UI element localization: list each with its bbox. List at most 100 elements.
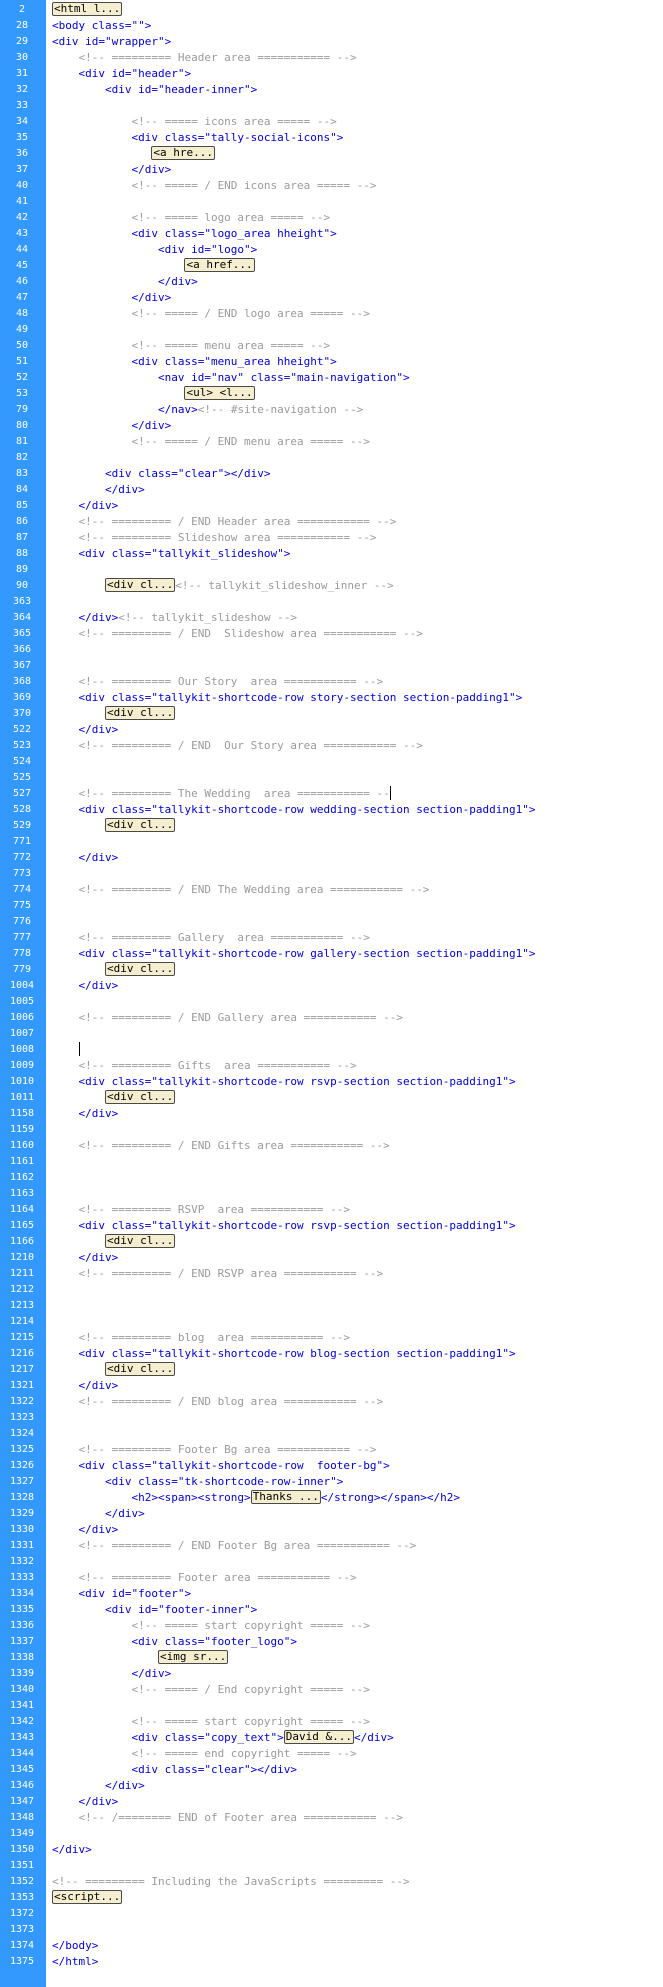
code-text[interactable]: <div cl... [52,1234,176,1250]
code-line[interactable]: 1353 <script... [0,1890,663,1906]
code-line[interactable]: 1165 <div class="tallykit-shortcode-row … [0,1218,663,1234]
code-text[interactable]: <!-- ===== / END menu area ===== --> [52,434,369,450]
code-line[interactable]: 369 <div class="tallykit-shortcode-row s… [0,690,663,706]
code-text[interactable]: <img sr... [52,1650,229,1666]
code-line[interactable]: 82 [0,450,663,466]
code-line[interactable]: 1328 <h2><span><strong> Thanks ... </stron… [0,1490,663,1506]
code-text[interactable]: <!-- ========= / END RSVP area =========… [52,1266,383,1282]
code-text[interactable]: <!-- ========= Gallery area =========== … [52,930,369,946]
code-text[interactable]: </nav><!-- #site-navigation --> [52,402,363,418]
code-line[interactable]: 1372 [0,1906,663,1922]
code-line[interactable]: 775 [0,898,663,914]
code-line[interactable]: 85 </div> [0,498,663,514]
code-text[interactable]: <script... [52,1890,123,1906]
code-line[interactable]: 1004 </div> [0,978,663,994]
code-text[interactable]: <div class="tallykit-shortcode-row galle… [52,946,535,962]
code-line[interactable]: 1011 <div cl... [0,1090,663,1106]
code-line[interactable]: 1329 </div> [0,1506,663,1522]
code-text[interactable]: <div cl... [52,1090,176,1106]
code-line[interactable]: 1332 [0,1554,663,1570]
code-text[interactable]: <div id="wrapper"> [52,34,171,50]
folded-code-block[interactable]: <div cl... [104,706,176,720]
code-text[interactable]: <div class="tallykit-shortcode-row weddi… [52,802,535,818]
code-line[interactable]: 79 </nav><!-- #site-navigation --> [0,402,663,418]
code-line[interactable]: 776 [0,914,663,930]
code-line[interactable]: 1010 <div class="tallykit-shortcode-row … [0,1074,663,1090]
code-text[interactable]: <div id="logo"> [52,242,257,258]
code-text[interactable]: <!-- ========= blog area =========== --> [52,1330,350,1346]
folded-code-block[interactable]: <ul> <l... [184,386,255,400]
code-line[interactable]: 522 </div> [0,722,663,738]
code-text[interactable]: </div><!-- tallykit_slideshow --> [52,610,297,626]
code-line[interactable]: 1342 <!-- ===== start copyright ===== --… [0,1714,663,1730]
code-line[interactable]: 1336 <!-- ===== start copyright ===== --… [0,1618,663,1634]
code-text[interactable]: </div> [52,1842,92,1858]
code-text[interactable]: <!-- ========= Including the JavaScripts… [52,1874,410,1890]
folded-code-block[interactable]: <div cl... [104,818,176,832]
code-text[interactable]: <a hre... [52,146,215,162]
code-line[interactable]: 52 <nav id="nav" class="main-navigation"… [0,370,663,386]
code-text[interactable]: <div class="tallykit_slideshow"> [52,546,290,562]
code-line[interactable]: 366 [0,642,663,658]
code-text[interactable]: <div class="tk-shortcode-row-inner"> [52,1474,343,1490]
code-line[interactable]: 1349 [0,1826,663,1842]
code-text[interactable]: <div id="header-inner"> [52,82,257,98]
code-line[interactable]: 47 </div> [0,290,663,306]
code-text[interactable]: <!-- ========= / END Footer Bg area ====… [52,1538,416,1554]
code-line[interactable]: 41 [0,194,663,210]
code-text[interactable]: <div class="tallykit-shortcode-row story… [52,690,522,706]
code-text[interactable]: <div class="tallykit-shortcode-row foote… [52,1458,389,1474]
code-line[interactable]: 773 [0,866,663,882]
code-line[interactable]: 46 </div> [0,274,663,290]
code-line[interactable]: 50 <!-- ===== menu area ===== --> [0,338,663,354]
code-line[interactable]: 45 <a href... [0,258,663,274]
code-text[interactable]: <!-- /======== END of Footer area ======… [52,1810,403,1826]
code-text[interactable]: <div class="tallykit-shortcode-row rsvp-… [52,1074,515,1090]
code-line[interactable]: 1321 </div> [0,1378,663,1394]
code-line[interactable]: 36 <a hre... [0,146,663,162]
code-text[interactable]: <div cl... [52,818,176,834]
code-text[interactable]: <nav id="nav" class="main-navigation"> [52,370,410,386]
code-line[interactable]: 774 <!-- ========= / END The Wedding are… [0,882,663,898]
code-text[interactable]: <div id="header"> [52,66,191,82]
code-line[interactable]: 364 </div><!-- tallykit_slideshow --> [0,610,663,626]
code-line[interactable]: 86 <!-- ========= / END Header area ====… [0,514,663,530]
code-line[interactable]: 81 <!-- ===== / END menu area ===== --> [0,434,663,450]
code-line[interactable]: 40 <!-- ===== / END icons area ===== --> [0,178,663,194]
code-line[interactable]: 1215 <!-- ========= blog area ==========… [0,1330,663,1346]
code-line[interactable]: 1163 [0,1186,663,1202]
code-text[interactable] [52,1042,80,1058]
code-line[interactable]: 524 [0,754,663,770]
code-text[interactable]: </div> [52,1522,118,1538]
code-text[interactable]: </div> [52,498,118,514]
code-text[interactable]: <div cl... [52,962,176,978]
code-line[interactable]: 43 <div class="logo_area hheight"> [0,226,663,242]
code-line[interactable]: 771 [0,834,663,850]
code-text[interactable]: <!-- ========= Gifts area =========== --… [52,1058,356,1074]
code-line[interactable]: 1210 </div> [0,1250,663,1266]
code-line[interactable]: 1327 <div class="tk-shortcode-row-inner"… [0,1474,663,1490]
code-line[interactable]: 1343 <div class="copy_text"> David &... </… [0,1730,663,1746]
code-line[interactable]: 48 <!-- ===== / END logo area ===== --> [0,306,663,322]
code-text[interactable]: <!-- ===== menu area ===== --> [52,338,330,354]
code-line[interactable]: 1340 <!-- ===== / End copyright ===== --… [0,1682,663,1698]
code-text[interactable]: <!-- ========= / END Header area =======… [52,514,396,530]
code-text[interactable]: <!-- ===== icons area ===== --> [52,114,336,130]
folded-code-block[interactable]: <script... [52,1890,123,1904]
code-line[interactable]: 1348 <!-- /======== END of Footer area =… [0,1810,663,1826]
code-text[interactable]: <div class="footer_logo"> [52,1634,297,1650]
code-line[interactable]: 1330 </div> [0,1522,663,1538]
code-line[interactable]: 370 <div cl... [0,706,663,722]
code-line[interactable]: 89 [0,562,663,578]
code-text[interactable]: <!-- ========= / END blog area =========… [52,1394,383,1410]
code-text[interactable]: <div class="copy_text"> David &... </div> [52,1730,394,1746]
code-line[interactable]: 34 <!-- ===== icons area ===== --> [0,114,663,130]
code-text[interactable]: <!-- ========= / END Our Story area ====… [52,738,422,754]
code-text[interactable]: <div class="logo_area hheight"> [52,226,336,242]
code-text[interactable]: </body> [52,1938,98,1954]
code-line[interactable]: 1335 <div id="footer-inner"> [0,1602,663,1618]
code-text[interactable]: <!-- ========= The Wedding area ========… [52,786,391,802]
code-text[interactable]: <body class=""> [52,18,151,34]
code-line[interactable]: 365 <!-- ========= / END Slideshow area … [0,626,663,642]
code-line[interactable]: 42 <!-- ===== logo area ===== --> [0,210,663,226]
